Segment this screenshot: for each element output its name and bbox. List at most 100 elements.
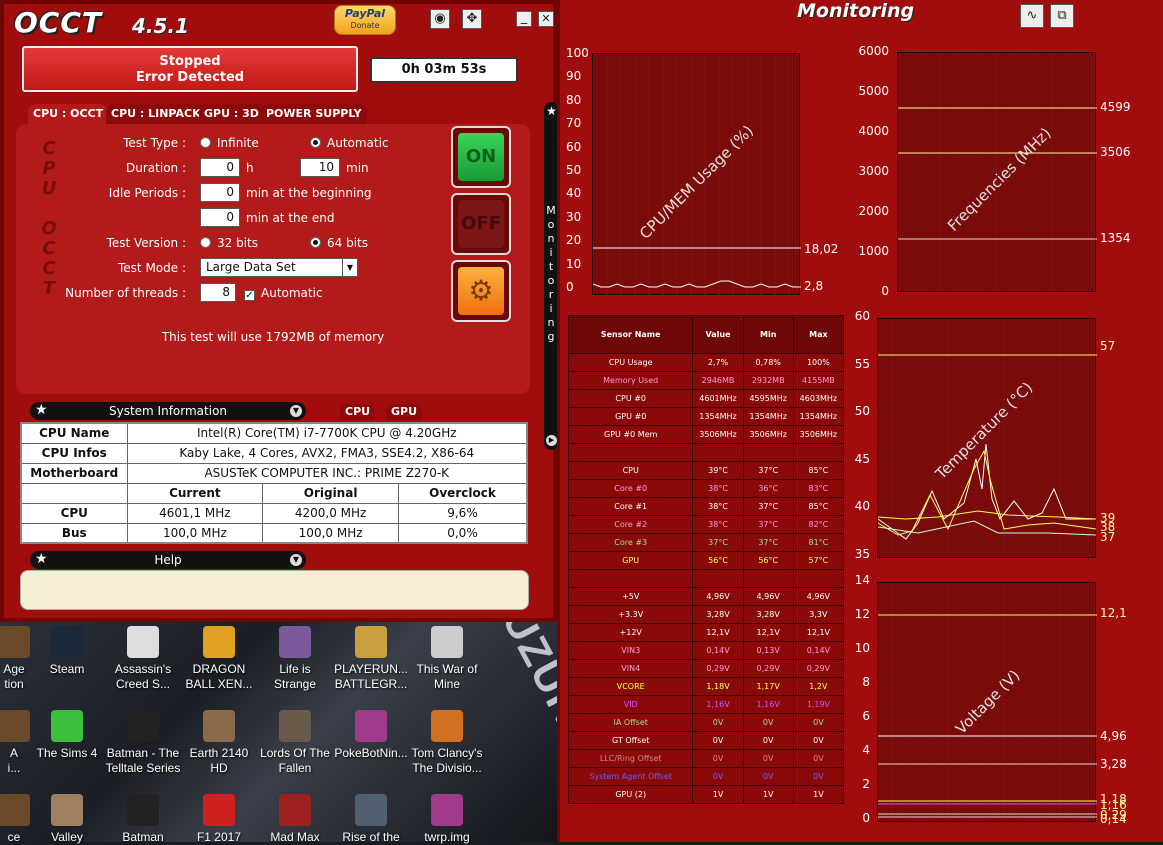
radio-infinite[interactable]: Infinite bbox=[200, 136, 259, 150]
value-label: 1354 bbox=[1100, 231, 1131, 245]
window-icon[interactable]: ⧉ bbox=[1050, 4, 1074, 28]
table-cell: 3,3V bbox=[792, 605, 845, 624]
graph-icon[interactable]: ∿ bbox=[1020, 4, 1044, 28]
screenshot-icon[interactable]: ◉ bbox=[430, 9, 450, 29]
app-icon bbox=[127, 794, 159, 826]
desktop-icon[interactable]: PLAYERUN... BATTLEGR... bbox=[333, 626, 409, 692]
app-icon bbox=[279, 626, 311, 658]
test-mode-select[interactable]: Large Data Set ▼ bbox=[200, 258, 358, 277]
desktop-icon[interactable]: Steam bbox=[29, 626, 105, 677]
desktop-icon[interactable]: DRAGON BALL XEN... bbox=[181, 626, 257, 692]
table-cell: 0V bbox=[742, 713, 794, 732]
table-cell bbox=[692, 569, 744, 588]
table-cell: 0V bbox=[792, 713, 845, 732]
table-cell: 1,19V bbox=[792, 695, 845, 714]
table-cell bbox=[567, 569, 694, 588]
desktop-icon[interactable]: F1 2017 bbox=[181, 794, 257, 845]
table-row bbox=[567, 443, 845, 462]
close-icon[interactable]: ✕ bbox=[538, 11, 554, 27]
table-cell: 1,18V bbox=[692, 677, 744, 696]
tab-cpu-occt[interactable]: CPU : OCCT bbox=[28, 104, 109, 124]
desktop-icon-label: Batman bbox=[122, 830, 164, 844]
duration-minutes-input[interactable]: 10 bbox=[300, 158, 340, 177]
desktop-icon[interactable]: Mad Max bbox=[257, 794, 333, 845]
duration-hours-input[interactable]: 0 bbox=[200, 158, 240, 177]
table-cell: 0,29V bbox=[692, 659, 744, 678]
table-cell: 1,2V bbox=[792, 677, 845, 696]
table-cell: VIN4 bbox=[567, 659, 694, 678]
sysinfo-tab-cpu[interactable]: CPU bbox=[340, 404, 376, 420]
table-row: VCORE 1,18V 1,17V 1,2V bbox=[567, 677, 845, 696]
table-cell: System Agent Offset bbox=[567, 767, 694, 786]
desktop-icon-label: Life is Strange bbox=[273, 662, 317, 691]
table-cell: +12V bbox=[567, 623, 694, 642]
donate-label: Donate bbox=[350, 21, 380, 30]
desktop-icon[interactable]: Tom Clancy's The Divisio... bbox=[409, 710, 485, 776]
minimize-icon[interactable]: _ bbox=[516, 11, 532, 27]
desktop-icon-label: Assassin's Creed S... bbox=[114, 662, 172, 691]
table-cell: 3,28V bbox=[742, 605, 794, 624]
tab-cpu-linpack[interactable]: CPU : LINPACK bbox=[106, 104, 206, 124]
desktop-icon[interactable]: This War of Mine bbox=[409, 626, 485, 692]
arrow-right-icon[interactable]: ▶ bbox=[546, 435, 557, 446]
off-button[interactable]: OFF bbox=[451, 193, 511, 255]
idle-begin-unit: min at the beginning bbox=[246, 186, 372, 200]
desktop-icon[interactable]: Batman bbox=[105, 794, 181, 845]
table-cell: 3506MHz bbox=[792, 425, 845, 444]
idle-periods-label: Idle Periods : bbox=[108, 186, 186, 200]
sysinfo-header[interactable]: ★ System Information ▼ bbox=[30, 402, 306, 420]
table-cell: +3.3V bbox=[567, 605, 694, 624]
desktop-icon[interactable]: PokeBotNin... bbox=[333, 710, 409, 761]
occt-window: OCCT 4.5.1 PayPal Donate ◉ ✥ _ ✕ Stopped… bbox=[0, 0, 559, 622]
idle-end-input[interactable]: 0 bbox=[200, 208, 240, 227]
table-cell: 4603MHz bbox=[792, 389, 845, 408]
desktop-icon-label: Batman - The Telltale Series bbox=[105, 746, 181, 775]
paypal-donate-button[interactable]: PayPal Donate bbox=[334, 5, 396, 35]
radio-64-bits[interactable]: 64 bits bbox=[310, 236, 368, 250]
desktop-icon[interactable]: The Sims 4 bbox=[29, 710, 105, 761]
desktop-icon[interactable]: Earth 2140 HD bbox=[181, 710, 257, 776]
settings-button[interactable]: ⚙ bbox=[451, 260, 511, 322]
move-icon[interactable]: ✥ bbox=[462, 9, 482, 29]
desktop-icon[interactable]: Rise of the bbox=[333, 794, 409, 845]
desktop-icon[interactable]: Batman - The Telltale Series bbox=[105, 710, 181, 776]
app-icon bbox=[355, 794, 387, 826]
sensor-table: Sensor Name Value Min Max CPU Usage 2,7% 0… bbox=[567, 315, 845, 804]
table-cell: 38°C bbox=[692, 479, 744, 498]
threads-input[interactable]: 8 bbox=[200, 283, 236, 302]
table-cell: 1V bbox=[792, 785, 845, 804]
table-row: CPU Usage 2,7% 0,78% 100% bbox=[567, 353, 845, 372]
minutes-unit: min bbox=[346, 161, 369, 175]
desktop-icon[interactable]: Life is Strange bbox=[257, 626, 333, 692]
table-row: +12V 12,1V 12,1V 12,1V bbox=[567, 623, 845, 642]
tab-power-supply[interactable]: POWER SUPPLY bbox=[261, 104, 367, 124]
y-tick-label: 3000 bbox=[858, 164, 889, 178]
radio-automatic[interactable]: Automatic bbox=[310, 136, 389, 150]
threads-automatic-checkbox[interactable]: ✓ Automatic bbox=[244, 286, 323, 301]
y-tick-label: 0 bbox=[881, 284, 889, 298]
desktop-icon-label: Earth 2140 HD bbox=[189, 746, 249, 775]
table-cell: 0V bbox=[692, 767, 744, 786]
y-tick-label: 5000 bbox=[858, 84, 889, 98]
radio-32-bits[interactable]: 32 bits bbox=[200, 236, 258, 250]
table-cell: GPU bbox=[567, 551, 694, 570]
tab-gpu-3d[interactable]: GPU : 3D bbox=[199, 104, 264, 124]
desktop-icon[interactable]: Lords Of The Fallen bbox=[257, 710, 333, 776]
help-header[interactable]: ★ Help ▼ bbox=[30, 551, 306, 569]
table-cell: CPU bbox=[567, 461, 694, 480]
desktop-icon[interactable]: twrp.img bbox=[409, 794, 485, 845]
table-cell: 4,96V bbox=[742, 587, 794, 606]
idle-begin-input[interactable]: 0 bbox=[200, 183, 240, 202]
sysinfo-tab-gpu[interactable]: GPU bbox=[386, 404, 423, 420]
table-cell: 2932MB bbox=[742, 371, 794, 390]
desktop-icon[interactable]: Assassin's Creed S... bbox=[105, 626, 181, 692]
on-button[interactable]: ON bbox=[451, 126, 511, 188]
app-icon bbox=[431, 794, 463, 826]
table-row: GPU (2) 1V 1V 1V bbox=[567, 785, 845, 804]
table-cell: 38°C bbox=[692, 515, 744, 534]
desktop-icon[interactable]: Valley bbox=[29, 794, 105, 845]
table-cell: 82°C bbox=[792, 515, 845, 534]
table-cell: GPU #0 Mem bbox=[567, 425, 694, 444]
table-cell: IA Offset bbox=[567, 713, 694, 732]
star-icon: ★ bbox=[35, 551, 48, 567]
